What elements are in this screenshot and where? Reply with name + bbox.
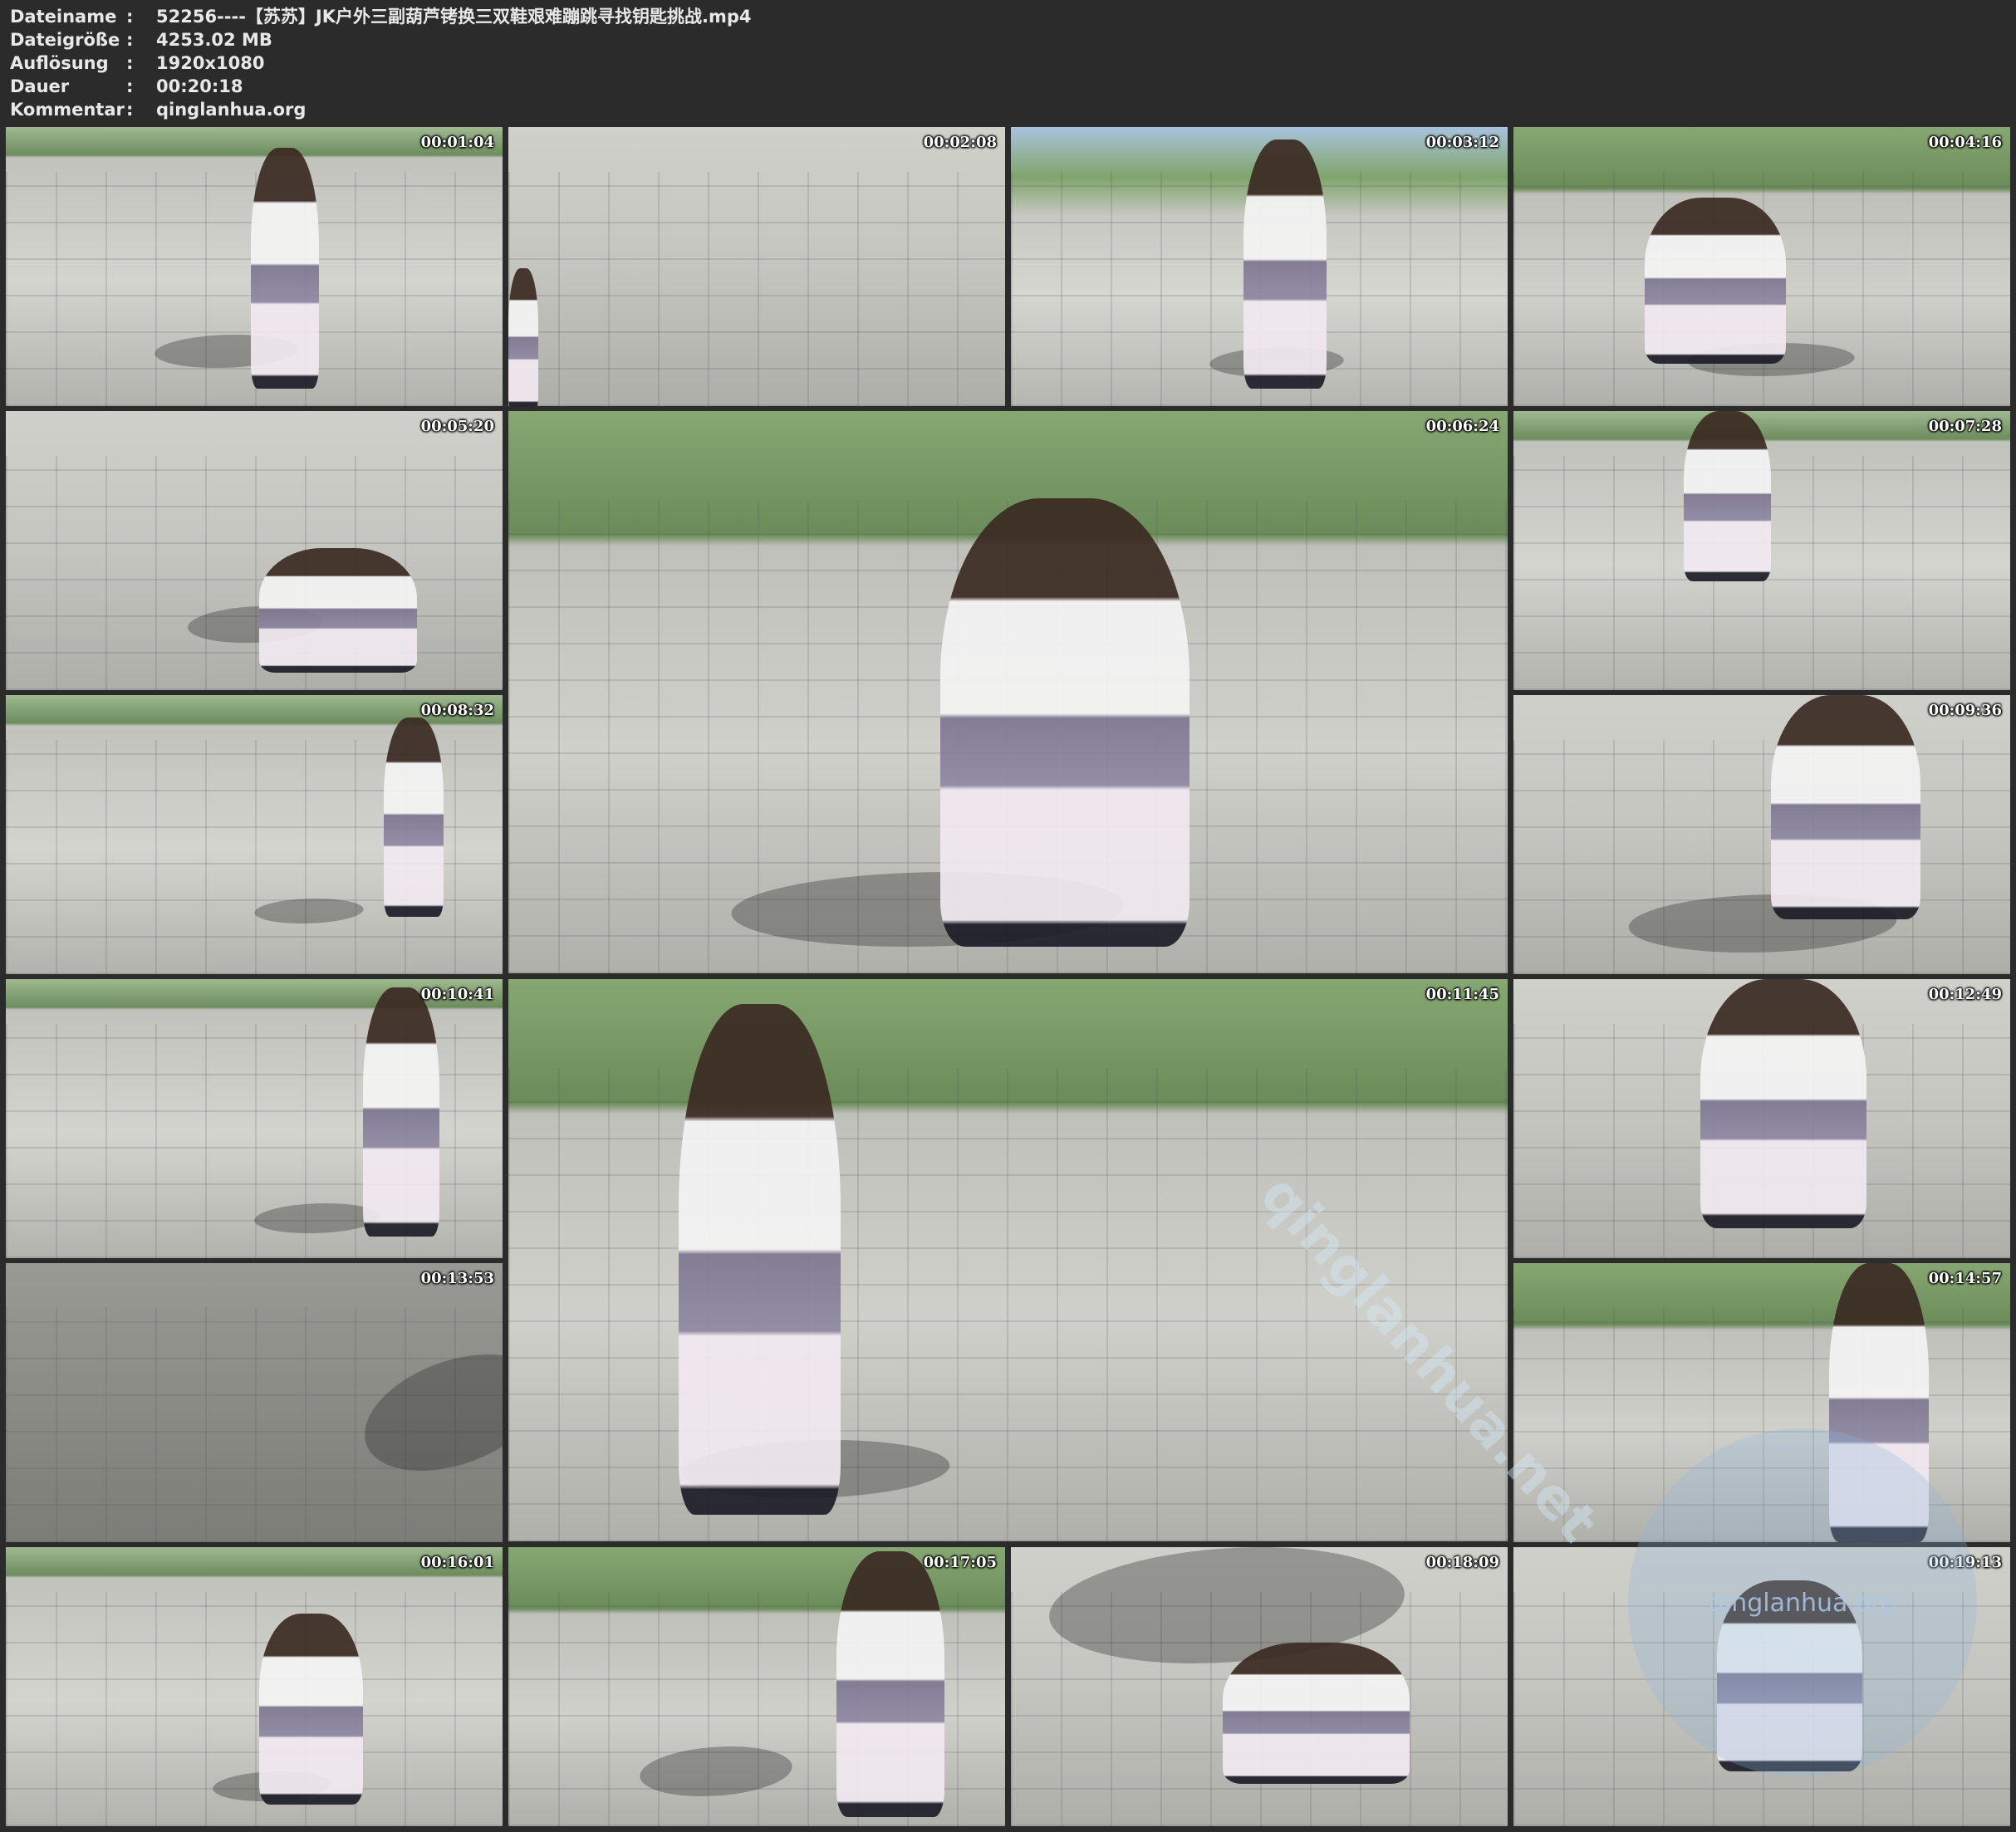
info-separator: : — [126, 7, 134, 27]
info-label: Dateigröße — [10, 30, 120, 50]
info-row-filename: Dateiname : 52256----【苏苏】JK户外三副葫芦铐换三双鞋艰难… — [10, 5, 752, 28]
thumbnail: 00:01:04 — [6, 127, 503, 406]
person-figure — [384, 718, 444, 917]
timestamp: 00:02:08 — [923, 134, 997, 151]
timestamp: 00:17:05 — [923, 1554, 997, 1571]
info-value: 52256----【苏苏】JK户外三副葫芦铐换三双鞋艰难蹦跳寻找钥匙挑战.mp4 — [156, 7, 752, 27]
timestamp: 00:16:01 — [420, 1554, 494, 1571]
info-separator: : — [126, 30, 134, 50]
timestamp: 00:01:04 — [420, 134, 494, 151]
info-row-resolution: Auflösung : 1920x1080 — [10, 51, 752, 75]
thumbnail: 00:05:20 — [6, 411, 503, 690]
info-separator: : — [126, 53, 134, 73]
person-figure — [1645, 198, 1786, 364]
person-figure — [259, 548, 417, 673]
timestamp: 00:09:36 — [1928, 702, 2002, 719]
timestamp: 00:10:41 — [420, 986, 494, 1003]
thumbnail-large: 00:06:24 — [508, 411, 1508, 973]
person-figure — [679, 1004, 841, 1515]
timestamp: 00:06:24 — [1425, 418, 1499, 435]
thumbnail: 00:03:12 — [1011, 127, 1508, 406]
info-value: qinglanhua.org — [156, 100, 307, 120]
info-label: Auflösung — [10, 53, 109, 73]
thumbnail: 00:16:01 — [6, 1547, 503, 1826]
thumbnail: 00:13:53 — [6, 1263, 503, 1542]
timestamp: 00:13:53 — [420, 1270, 494, 1287]
person-figure — [1223, 1643, 1410, 1784]
thumbnail: 00:02:08 — [508, 127, 1005, 406]
timestamp: 00:18:09 — [1425, 1554, 1499, 1571]
thumbnail: 00:09:36 — [1513, 695, 2010, 974]
person-figure — [251, 148, 319, 389]
timestamp: 00:11:45 — [1425, 986, 1499, 1003]
timestamp: 00:14:57 — [1928, 1270, 2002, 1287]
thumbnail: 00:08:32 — [6, 695, 503, 974]
timestamp: 00:05:20 — [420, 418, 494, 435]
thumbnail: 00:04:16 — [1513, 127, 2010, 406]
person-figure — [508, 268, 538, 406]
file-info-panel: Dateiname : 52256----【苏苏】JK户外三副葫芦铐换三双鞋艰难… — [10, 5, 752, 121]
info-value: 00:20:18 — [156, 76, 243, 96]
person-figure — [363, 987, 439, 1237]
person-figure — [940, 498, 1189, 947]
person-figure — [1243, 140, 1327, 389]
info-row-filesize: Dateigröße : 4253.02 MB — [10, 28, 752, 51]
info-value: 4253.02 MB — [156, 30, 272, 50]
info-label: Kommentar — [10, 100, 125, 120]
person-figure — [259, 1614, 363, 1805]
info-separator: : — [126, 100, 134, 120]
person-figure — [1771, 695, 1920, 919]
timestamp: 00:03:12 — [1425, 134, 1499, 151]
info-label: Dateiname — [10, 7, 117, 27]
thumbnail: 00:17:05 — [508, 1547, 1005, 1826]
person-figure — [1684, 411, 1771, 581]
thumbnail: 00:10:41 — [6, 979, 503, 1258]
info-row-comment: Kommentar : qinglanhua.org — [10, 98, 752, 121]
circle-watermark: qinglanhua.org — [1628, 1428, 1977, 1777]
info-label: Dauer — [10, 76, 70, 96]
watermark-text: qinglanhua.org — [1708, 1588, 1897, 1618]
info-row-duration: Dauer : 00:20:18 — [10, 75, 752, 98]
info-separator: : — [126, 76, 134, 96]
person-figure — [836, 1551, 944, 1817]
person-figure — [1700, 979, 1866, 1228]
timestamp: 00:04:16 — [1928, 134, 2002, 151]
thumbnail: 00:07:28 — [1513, 411, 2010, 690]
thumbnail: 00:12:49 — [1513, 979, 2010, 1258]
timestamp: 00:12:49 — [1928, 986, 2002, 1003]
info-value: 1920x1080 — [156, 53, 265, 73]
thumbnail: 00:18:09 — [1011, 1547, 1508, 1826]
timestamp: 00:07:28 — [1928, 418, 2002, 435]
timestamp: 00:08:32 — [420, 702, 494, 719]
